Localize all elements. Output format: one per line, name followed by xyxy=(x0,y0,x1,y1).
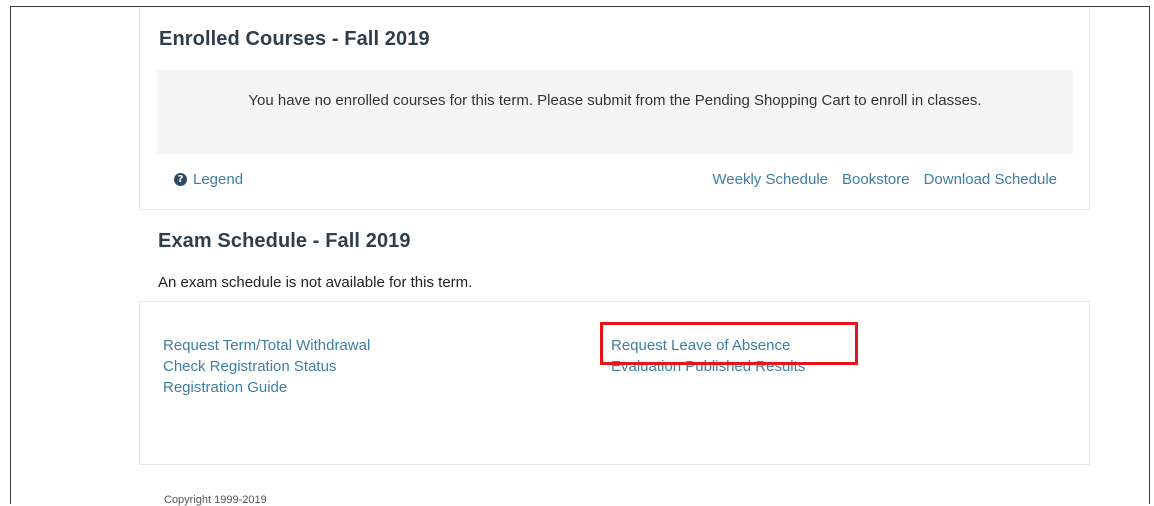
weekly-schedule-link[interactable]: Weekly Schedule xyxy=(712,171,828,188)
bookstore-link[interactable]: Bookstore xyxy=(842,171,910,188)
exam-schedule-title: Exam Schedule - Fall 2019 xyxy=(158,230,411,252)
legend-link[interactable]: ? Legend xyxy=(174,171,243,188)
check-registration-status-link[interactable]: Check Registration Status xyxy=(163,356,370,377)
quick-links-left-column: Request Term/Total Withdrawal Check Regi… xyxy=(163,335,370,398)
copyright-text: Copyright 1999-2019 xyxy=(164,494,267,506)
evaluation-published-results-link[interactable]: Evaluation Published Results xyxy=(611,356,805,377)
exam-schedule-section: Exam Schedule - Fall 2019 An exam schedu… xyxy=(139,210,1090,296)
quick-links-right-column: Request Leave of Absence Evaluation Publ… xyxy=(611,335,805,377)
question-circle-icon: ? xyxy=(174,173,187,186)
enrolled-courses-title: Enrolled Courses - Fall 2019 xyxy=(159,28,430,50)
legend-label: Legend xyxy=(193,171,244,188)
no-enrolled-notice: You have no enrolled courses for this te… xyxy=(157,70,1073,154)
quick-links-panel: Request Term/Total Withdrawal Check Regi… xyxy=(139,301,1090,465)
schedule-links: Weekly Schedule Bookstore Download Sched… xyxy=(712,171,1057,188)
download-schedule-link[interactable]: Download Schedule xyxy=(924,171,1057,188)
exam-schedule-message: An exam schedule is not available for th… xyxy=(158,274,473,291)
registration-guide-link[interactable]: Registration Guide xyxy=(163,377,370,398)
request-withdrawal-link[interactable]: Request Term/Total Withdrawal xyxy=(163,335,370,356)
request-leave-of-absence-link[interactable]: Request Leave of Absence xyxy=(611,335,805,356)
enrolled-courses-panel: Enrolled Courses - Fall 2019 You have no… xyxy=(139,8,1090,210)
